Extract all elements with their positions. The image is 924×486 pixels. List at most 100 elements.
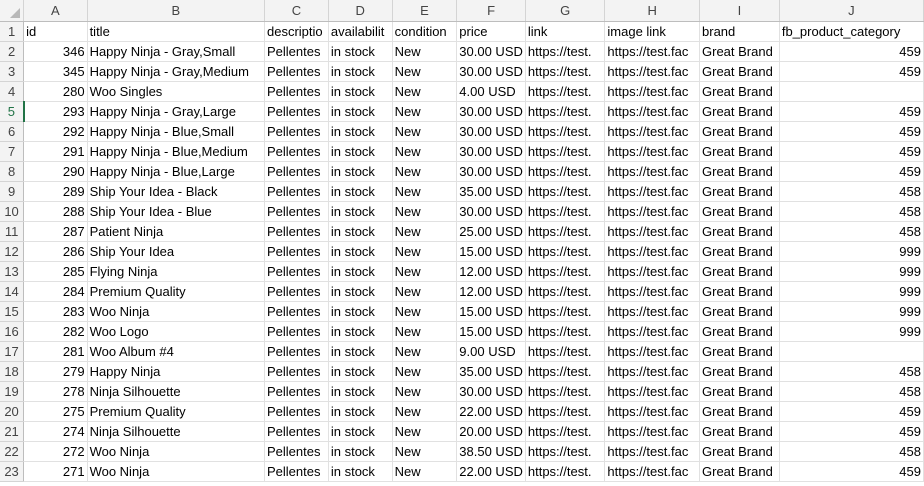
cell-e15[interactable]: New xyxy=(392,301,458,322)
cell-d17[interactable]: in stock xyxy=(328,341,393,362)
cell-c22[interactable]: Pellentes xyxy=(264,441,329,462)
row-header[interactable]: 20 xyxy=(0,401,25,422)
cell-j13[interactable]: 999 xyxy=(779,261,924,282)
cell-b5[interactable]: Happy Ninja - Gray,Large xyxy=(87,101,266,122)
cell-d15[interactable]: in stock xyxy=(328,301,393,322)
cell-a4[interactable]: 280 xyxy=(23,81,88,102)
cell-g23[interactable]: https://test. xyxy=(525,461,606,482)
cell-g19[interactable]: https://test. xyxy=(525,381,606,402)
cell-d21[interactable]: in stock xyxy=(328,421,393,442)
cell-h20[interactable]: https://test.fac xyxy=(604,401,701,422)
cell-e14[interactable]: New xyxy=(392,281,458,302)
cell-a23[interactable]: 271 xyxy=(23,461,88,482)
cell-g11[interactable]: https://test. xyxy=(525,221,606,242)
row-header[interactable]: 6 xyxy=(0,121,25,142)
cell-a11[interactable]: 287 xyxy=(23,221,88,242)
row-header[interactable]: 16 xyxy=(0,321,25,342)
cell-a18[interactable]: 279 xyxy=(23,361,88,382)
cell-b19[interactable]: Ninja Silhouette xyxy=(87,381,266,402)
cell-d16[interactable]: in stock xyxy=(328,321,393,342)
row-header[interactable]: 7 xyxy=(0,141,25,162)
cell-f5[interactable]: 30.00 USD xyxy=(456,101,526,122)
cell-i23[interactable]: Great Brand xyxy=(699,461,780,482)
cell-i15[interactable]: Great Brand xyxy=(699,301,780,322)
cell-b14[interactable]: Premium Quality xyxy=(87,281,266,302)
cell-b2[interactable]: Happy Ninja - Gray,Small xyxy=(87,41,266,62)
cell-c5[interactable]: Pellentes xyxy=(264,101,329,122)
cell-f7[interactable]: 30.00 USD xyxy=(456,141,526,162)
cell-j8[interactable]: 459 xyxy=(779,161,924,182)
cell-d22[interactable]: in stock xyxy=(328,441,393,462)
cell-c6[interactable]: Pellentes xyxy=(264,121,329,142)
cell-f19[interactable]: 30.00 USD xyxy=(456,381,526,402)
cell-e3[interactable]: New xyxy=(392,61,458,82)
cell-a13[interactable]: 285 xyxy=(23,261,88,282)
cell-c18[interactable]: Pellentes xyxy=(264,361,329,382)
cell-f20[interactable]: 22.00 USD xyxy=(456,401,526,422)
cell-i3[interactable]: Great Brand xyxy=(699,61,780,82)
row-header[interactable]: 18 xyxy=(0,361,25,382)
cell-g13[interactable]: https://test. xyxy=(525,261,606,282)
row-header[interactable]: 12 xyxy=(0,241,25,262)
cell-g5[interactable]: https://test. xyxy=(525,101,606,122)
cell-d13[interactable]: in stock xyxy=(328,261,393,282)
cell-d5[interactable]: in stock xyxy=(328,101,393,122)
cell-b11[interactable]: Patient Ninja xyxy=(87,221,266,242)
cell-e20[interactable]: New xyxy=(392,401,458,422)
cell-d7[interactable]: in stock xyxy=(328,141,393,162)
cell-d18[interactable]: in stock xyxy=(328,361,393,382)
cell-h9[interactable]: https://test.fac xyxy=(604,181,701,202)
cell-a22[interactable]: 272 xyxy=(23,441,88,462)
cell-f6[interactable]: 30.00 USD xyxy=(456,121,526,142)
column-header-i[interactable]: I xyxy=(699,0,780,22)
cell-b17[interactable]: Woo Album #4 xyxy=(87,341,266,362)
cell-b9[interactable]: Ship Your Idea - Black xyxy=(87,181,266,202)
cell-j6[interactable]: 459 xyxy=(779,121,924,142)
cell-f11[interactable]: 25.00 USD xyxy=(456,221,526,242)
cell-b22[interactable]: Woo Ninja xyxy=(87,441,266,462)
cell-g8[interactable]: https://test. xyxy=(525,161,606,182)
cell-i18[interactable]: Great Brand xyxy=(699,361,780,382)
cell-f18[interactable]: 35.00 USD xyxy=(456,361,526,382)
cell-a17[interactable]: 281 xyxy=(23,341,88,362)
cell-b16[interactable]: Woo Logo xyxy=(87,321,266,342)
cell-d20[interactable]: in stock xyxy=(328,401,393,422)
cell-b21[interactable]: Ninja Silhouette xyxy=(87,421,266,442)
cell-f15[interactable]: 15.00 USD xyxy=(456,301,526,322)
cell-i20[interactable]: Great Brand xyxy=(699,401,780,422)
cell-i11[interactable]: Great Brand xyxy=(699,221,780,242)
cell-b1[interactable]: title xyxy=(87,21,266,42)
cell-b10[interactable]: Ship Your Idea - Blue xyxy=(87,201,266,222)
cell-c7[interactable]: Pellentes xyxy=(264,141,329,162)
cell-c14[interactable]: Pellentes xyxy=(264,281,329,302)
cell-g7[interactable]: https://test. xyxy=(525,141,606,162)
row-header[interactable]: 23 xyxy=(0,461,25,482)
cell-a16[interactable]: 282 xyxy=(23,321,88,342)
cell-f23[interactable]: 22.00 USD xyxy=(456,461,526,482)
cell-j14[interactable]: 999 xyxy=(779,281,924,302)
column-header-e[interactable]: E xyxy=(392,0,458,22)
cell-e8[interactable]: New xyxy=(392,161,458,182)
cell-a1[interactable]: id xyxy=(23,21,88,42)
cell-f1[interactable]: price xyxy=(456,21,526,42)
cell-h8[interactable]: https://test.fac xyxy=(604,161,701,182)
cell-h19[interactable]: https://test.fac xyxy=(604,381,701,402)
cell-a14[interactable]: 284 xyxy=(23,281,88,302)
cell-f22[interactable]: 38.50 USD xyxy=(456,441,526,462)
cell-c12[interactable]: Pellentes xyxy=(264,241,329,262)
row-header[interactable]: 10 xyxy=(0,201,25,222)
cell-e9[interactable]: New xyxy=(392,181,458,202)
cell-g17[interactable]: https://test. xyxy=(525,341,606,362)
cell-f4[interactable]: 4.00 USD xyxy=(456,81,526,102)
row-header[interactable]: 3 xyxy=(0,61,25,82)
cell-j23[interactable]: 459 xyxy=(779,461,924,482)
cell-h7[interactable]: https://test.fac xyxy=(604,141,701,162)
column-header-g[interactable]: G xyxy=(525,0,606,22)
cell-j5[interactable]: 459 xyxy=(779,101,924,122)
column-header-d[interactable]: D xyxy=(328,0,393,22)
cell-d19[interactable]: in stock xyxy=(328,381,393,402)
cell-a2[interactable]: 346 xyxy=(23,41,88,62)
cell-a19[interactable]: 278 xyxy=(23,381,88,402)
cell-g4[interactable]: https://test. xyxy=(525,81,606,102)
row-header[interactable]: 21 xyxy=(0,421,25,442)
